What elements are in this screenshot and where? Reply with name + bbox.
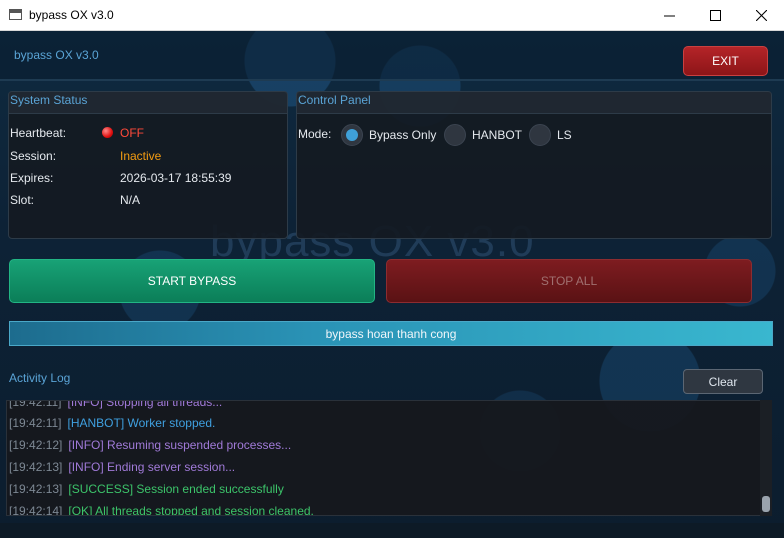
expires-row: Expires: 2026-03-17 18:55:39 bbox=[10, 171, 231, 185]
start-bypass-button[interactable]: START BYPASS bbox=[9, 259, 375, 303]
window-title: bypass OX v3.0 bbox=[29, 8, 114, 22]
control-panel-title: Control Panel bbox=[297, 92, 771, 114]
slot-label: Slot: bbox=[10, 193, 35, 207]
session-label: Session: bbox=[10, 149, 57, 163]
log-scrollbar[interactable] bbox=[760, 400, 772, 516]
log-scrollbar-thumb[interactable] bbox=[762, 496, 770, 512]
log-timestamp: [19:42:14] bbox=[9, 504, 63, 516]
stop-all-button[interactable]: STOP ALL bbox=[386, 259, 752, 303]
app-window-icon bbox=[9, 9, 22, 20]
close-button[interactable] bbox=[738, 0, 784, 31]
mode-radio-ls[interactable]: LS bbox=[529, 124, 572, 146]
heartbeat-led-icon bbox=[102, 127, 113, 138]
radio-unselected-icon bbox=[444, 124, 466, 146]
session-value: Inactive bbox=[120, 149, 162, 163]
system-status-panel: System Status Heartbeat: OFF Session: In… bbox=[8, 91, 288, 239]
maximize-icon bbox=[709, 10, 721, 21]
session-row: Session: Inactive bbox=[10, 149, 161, 163]
system-status-title: System Status bbox=[9, 92, 287, 114]
window-titlebar: bypass OX v3.0 bbox=[0, 0, 784, 31]
log-timestamp: [19:42:12] bbox=[9, 438, 63, 452]
progress-text: bypass hoan thanh cong bbox=[325, 326, 457, 341]
minimize-button[interactable] bbox=[646, 0, 692, 31]
mode-label: Mode: bbox=[298, 127, 332, 141]
log-timestamp: [19:42:13] bbox=[9, 482, 63, 496]
log-entry: [19:42:13] [INFO] Ending server session..… bbox=[9, 460, 235, 474]
minimize-icon bbox=[663, 15, 675, 17]
log-entry: [19:42:12] [INFO] Resuming suspended proc… bbox=[9, 438, 291, 452]
mode-radio-hanbot[interactable]: HANBOT bbox=[444, 124, 522, 146]
log-message: [INFO] Resuming suspended processes... bbox=[68, 438, 292, 452]
log-timestamp: [19:42:11] bbox=[9, 400, 62, 409]
log-message: [INFO] Ending server session... bbox=[68, 460, 236, 474]
control-panel: Control Panel Mode: Bypass Only HANBOT L… bbox=[296, 91, 772, 239]
log-message: [INFO] Stopping all threads... bbox=[67, 400, 223, 409]
mode-option-label: Bypass Only bbox=[369, 128, 437, 142]
activity-log-box[interactable]: [19:42:11] [INFO] Stopping all threads...… bbox=[6, 400, 772, 516]
log-entry: [19:42:11] [INFO] Stopping all threads... bbox=[9, 400, 223, 409]
slot-value: N/A bbox=[120, 193, 141, 207]
expires-value: 2026-03-17 18:55:39 bbox=[120, 171, 232, 185]
mode-radio-bypass-only[interactable]: Bypass Only bbox=[341, 124, 436, 146]
maximize-button[interactable] bbox=[692, 0, 738, 31]
slot-row: Slot: N/A bbox=[10, 193, 140, 207]
mode-option-label: LS bbox=[557, 128, 572, 142]
expires-label: Expires: bbox=[10, 171, 54, 185]
app-heading: bypass OX v3.0 bbox=[14, 48, 99, 62]
log-entry: [19:42:13] [SUCCESS] Session ended succes… bbox=[9, 482, 284, 496]
activity-log-title: Activity Log bbox=[9, 371, 71, 385]
log-entry: [19:42:11] [HANBOT] Worker stopped. bbox=[9, 416, 215, 430]
heartbeat-label: Heartbeat: bbox=[10, 126, 67, 140]
exit-button[interactable]: EXIT bbox=[683, 46, 768, 76]
close-icon bbox=[755, 10, 767, 21]
progress-bar: bypass hoan thanh cong bbox=[9, 321, 773, 346]
mode-option-label: HANBOT bbox=[472, 128, 523, 142]
heartbeat-value: OFF bbox=[120, 126, 144, 140]
log-message: [HANBOT] Worker stopped. bbox=[67, 416, 216, 430]
clear-log-button[interactable]: Clear bbox=[683, 369, 763, 394]
app-client-area: bypass OX v3.0 EXIT bypass OX v3.0 Syste… bbox=[0, 31, 784, 538]
log-message: [SUCCESS] Session ended successfully bbox=[68, 482, 284, 496]
log-message: [OK] All threads stopped and session cle… bbox=[68, 504, 314, 516]
app-header: bypass OX v3.0 EXIT bbox=[0, 31, 784, 81]
log-timestamp: [19:42:11] bbox=[9, 416, 62, 430]
radio-selected-icon bbox=[341, 124, 363, 146]
bottom-strip bbox=[0, 523, 784, 538]
log-timestamp: [19:42:13] bbox=[9, 460, 63, 474]
radio-unselected-icon bbox=[529, 124, 551, 146]
log-entry: [19:42:14] [OK] All threads stopped and s… bbox=[9, 504, 314, 516]
heartbeat-row: Heartbeat: OFF bbox=[10, 126, 144, 140]
